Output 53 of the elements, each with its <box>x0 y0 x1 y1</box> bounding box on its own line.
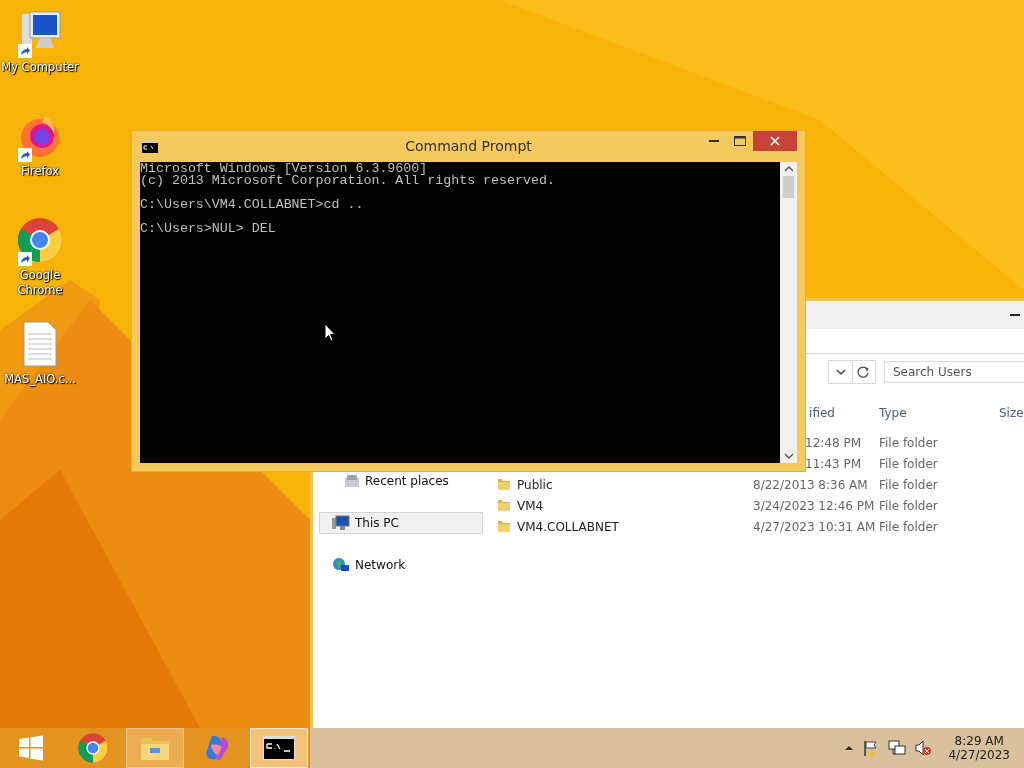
console-line: C:\Users\VM4.COLLABNET>cd .. <box>140 199 365 211</box>
type-cell-text: File folder <box>878 519 939 534</box>
date-cell-text: 8/22/2013 8:36 AM <box>753 477 869 492</box>
date-cell-text: 12:48 PM <box>804 435 862 450</box>
type-cell-text: File folder <box>878 435 939 450</box>
desktop-icon-label: My Computer <box>1 60 79 75</box>
recent-places-icon <box>344 474 360 488</box>
terminal-icon <box>142 140 158 153</box>
window-title: Command Prompt <box>404 138 533 154</box>
computer-icon <box>332 515 350 531</box>
network-icon <box>332 557 350 573</box>
folder-icon <box>497 478 511 491</box>
file-name[interactable]: VM4 <box>517 498 544 513</box>
minimize-icon <box>709 139 719 143</box>
file-name[interactable]: Public <box>517 477 553 492</box>
minimize-icon[interactable] <box>1010 313 1020 317</box>
column-header[interactable]: ified <box>809 406 835 420</box>
console-line: (c) 2013 Microsoft Corporation. All rights reserved. <box>140 175 556 187</box>
windows-logo-icon <box>18 735 44 761</box>
folder-icon <box>497 520 511 533</box>
console-line: C:\Users>NUL> DEL <box>140 223 277 235</box>
close-icon <box>770 136 780 146</box>
type-cell-text: File folder <box>878 456 939 471</box>
type-cell-text: File folder <box>878 477 939 492</box>
clock[interactable]: 8:29 AM 4/27/2023 <box>948 734 1010 762</box>
search-field[interactable]: Search Users <box>884 361 1024 383</box>
desktop-icon-label: Firefox <box>20 164 60 179</box>
address-bar[interactable] <box>828 360 876 384</box>
console-line: Microsoft Windows [Version 6.3.9600] <box>140 163 429 175</box>
terminal-icon <box>263 736 295 760</box>
navigation-item[interactable]: Network <box>319 554 483 576</box>
chrome-icon <box>16 216 64 264</box>
date-cell-text: 11:43 PM <box>804 456 862 471</box>
file-name[interactable]: VM4.COLLABNET <box>517 519 619 534</box>
scrollbar[interactable] <box>780 162 797 463</box>
desktop-icon-label: Google Chrome <box>16 268 64 298</box>
folder-icon <box>497 499 511 512</box>
column-header[interactable]: Type <box>879 406 907 420</box>
column-header[interactable]: Size <box>999 406 1024 420</box>
chrome-icon <box>77 732 109 764</box>
speaker-muted-icon[interactable] <box>914 739 933 757</box>
type-cell-text: File folder <box>878 498 939 513</box>
maximize-icon <box>734 136 746 146</box>
scrollbar-thumb[interactable] <box>783 176 794 198</box>
network-icon[interactable] <box>888 739 907 757</box>
console-output[interactable]: Microsoft Windows [Version 6.3.9600] (c) 2013 Microsoft Corporation. All rights reserved. C:\Users\VM4.COLLABNET>cd .. C:\Users>NUL> DEL <box>140 162 780 463</box>
chevron-down-icon <box>836 368 846 376</box>
cursor-icon <box>324 323 336 342</box>
chevron-up-icon[interactable] <box>844 745 855 751</box>
taskbar-button[interactable] <box>250 728 308 768</box>
desktop-icon-label: MAS_AIO.c... <box>4 372 76 387</box>
navigation-item[interactable]: Recent places <box>319 470 483 492</box>
navigation-item[interactable]: This PC <box>319 512 483 534</box>
